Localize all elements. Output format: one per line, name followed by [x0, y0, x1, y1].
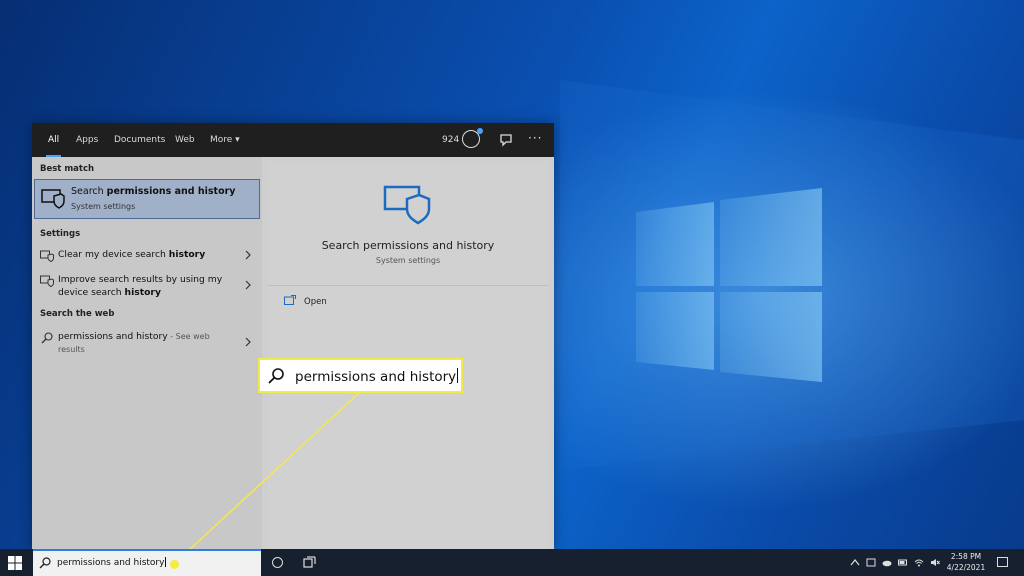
- tab-web[interactable]: Web: [175, 123, 195, 157]
- callout-text: permissions and history: [295, 368, 459, 385]
- wifi-icon[interactable]: [914, 558, 924, 567]
- open-icon[interactable]: [284, 295, 296, 305]
- tab-more[interactable]: More ▾: [210, 123, 240, 157]
- web-search-result[interactable]: permissions and history - See web result…: [34, 330, 260, 358]
- shield-monitor-icon: [40, 275, 54, 287]
- shield-monitor-icon: [383, 185, 431, 225]
- chevron-up-icon[interactable]: [850, 558, 860, 567]
- tab-documents[interactable]: Documents: [114, 123, 165, 157]
- chevron-right-icon[interactable]: [244, 250, 252, 260]
- best-match-heading: Best match: [40, 164, 95, 174]
- clock[interactable]: 2:58 PM 4/22/2021: [945, 551, 987, 573]
- settings-item-improve-results[interactable]: Improve search results by using my devic…: [34, 273, 260, 301]
- shield-monitor-icon: [40, 250, 54, 262]
- battery-icon[interactable]: [898, 558, 908, 567]
- result-details-pane: Search permissions and history System se…: [268, 163, 548, 549]
- best-match-result[interactable]: Search permissions and history System se…: [34, 179, 260, 219]
- taskbar: permissions and history 2:58 PM 4/22/202…: [0, 549, 1024, 576]
- open-button[interactable]: Open: [304, 297, 327, 307]
- settings-item-clear-history[interactable]: Clear my device search history: [34, 248, 260, 264]
- web-result-label: permissions and history - See web result…: [58, 331, 210, 354]
- cloud-icon[interactable]: [882, 558, 892, 567]
- details-subtitle: System settings: [375, 256, 441, 265]
- notifications-icon[interactable]: [997, 557, 1008, 567]
- results-list: Best match Search permissions and histor…: [32, 157, 262, 549]
- tab-all[interactable]: All: [45, 123, 62, 157]
- search-icon: [268, 368, 284, 384]
- windows-start-icon[interactable]: [8, 556, 22, 570]
- chevron-right-icon[interactable]: [244, 280, 252, 290]
- clock-time: 2:58 PM: [950, 552, 982, 561]
- search-filter-bar: All Apps Documents Web More ▾ 924 ···: [32, 123, 554, 157]
- taskbar-search-input[interactable]: permissions and history: [33, 549, 261, 576]
- start-menu-search-panel: All Apps Documents Web More ▾ 924 ··· Be…: [32, 123, 554, 549]
- settings-heading: Settings: [40, 229, 81, 239]
- rewards-points: 924: [442, 135, 460, 145]
- zoomed-search-callout: permissions and history: [258, 358, 463, 393]
- search-input-value: permissions and history: [57, 557, 167, 568]
- tab-apps[interactable]: Apps: [76, 123, 98, 157]
- feedback-icon[interactable]: [498, 132, 514, 148]
- search-icon: [41, 332, 53, 344]
- cortana-icon[interactable]: [272, 557, 283, 568]
- settings-item-label: Clear my device search history: [58, 249, 206, 260]
- best-match-title: Search permissions and history: [71, 186, 236, 197]
- task-view-icon[interactable]: [303, 556, 317, 569]
- details-title: Search permissions and history: [321, 239, 495, 252]
- best-match-subtitle: System settings: [71, 202, 136, 211]
- search-web-heading: Search the web: [40, 309, 115, 319]
- chevron-right-icon[interactable]: [244, 337, 252, 347]
- settings-item-label: Improve search results by using my devic…: [58, 274, 223, 298]
- usb-icon[interactable]: [866, 558, 876, 567]
- divider: [268, 285, 548, 286]
- notification-dot: [477, 128, 483, 134]
- shield-monitor-icon: [41, 189, 65, 209]
- volume-muted-icon[interactable]: [930, 558, 940, 567]
- more-options-icon[interactable]: ···: [528, 123, 542, 157]
- callout-anchor-dot: [170, 560, 179, 569]
- clock-date: 4/22/2021: [946, 563, 986, 572]
- search-icon: [39, 557, 51, 569]
